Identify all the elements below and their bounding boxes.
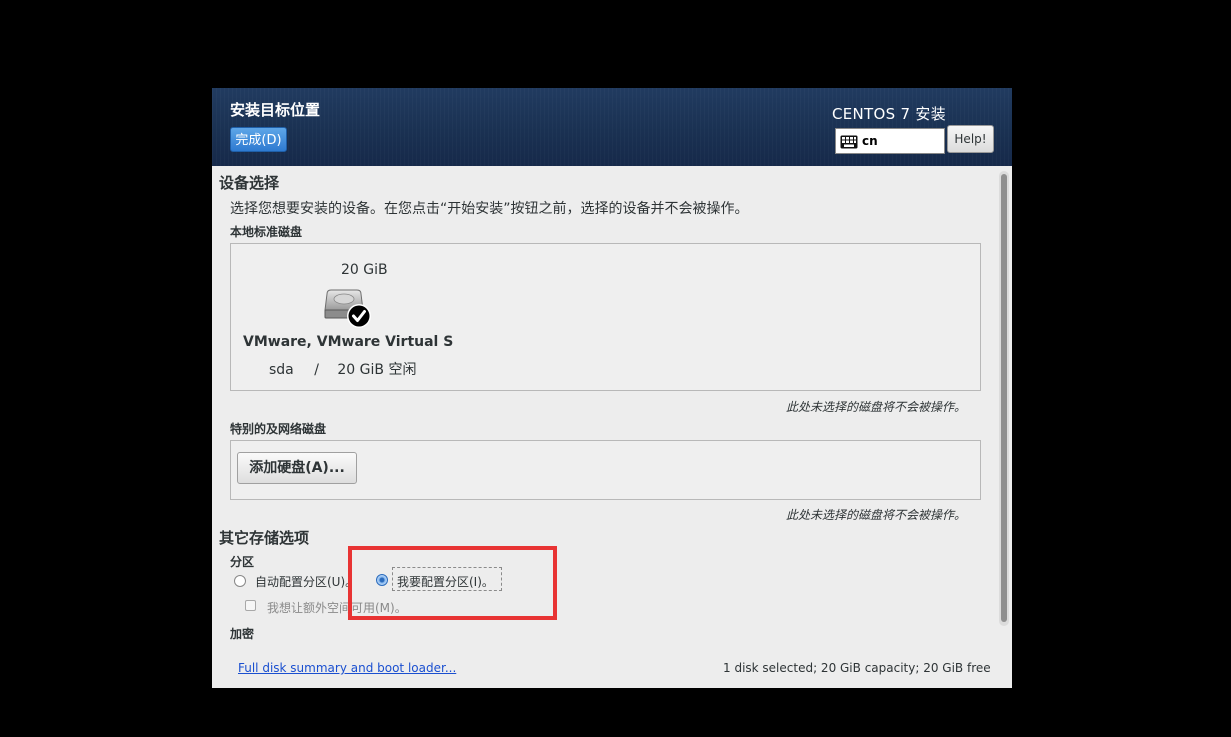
network-disks-panel: 添加硬盘(A)... <box>230 440 981 500</box>
keyboard-layout-indicator[interactable]: cn <box>835 128 945 154</box>
disk-item-sda[interactable]: 20 GiB VMware, VMware Virtual S sda / 20… <box>231 244 471 390</box>
auto-partition-radio[interactable] <box>234 575 246 587</box>
page-title: 安装目标位置 <box>230 101 321 119</box>
header-bar: 安装目标位置 完成(D) CENTOS 7 安装 cn Help! <box>212 88 1012 166</box>
device-selection-description: 选择您想要安装的设备。在您点击“开始安装”按钮之前，选择的设备并不会被操作。 <box>230 201 749 217</box>
add-disk-button[interactable]: 添加硬盘(A)... <box>237 452 357 484</box>
auto-partition-label[interactable]: 自动配置分区(U)。 <box>255 573 357 590</box>
device-selection-heading: 设备选择 <box>219 174 280 192</box>
local-disks-label: 本地标准磁盘 <box>230 225 303 239</box>
header-texture <box>212 88 1012 166</box>
network-disks-note: 此处未选择的磁盘将不会被操作。 <box>786 508 967 522</box>
keyboard-layout-label: cn <box>862 134 878 148</box>
hard-disk-icon <box>323 288 373 334</box>
local-disks-panel: 20 GiB VMware, VMware Virtual S sda / 20… <box>230 243 981 391</box>
keyboard-icon <box>840 134 858 153</box>
partition-label: 分区 <box>230 555 255 569</box>
done-button[interactable]: 完成(D) <box>230 127 287 152</box>
help-button[interactable]: Help! <box>947 125 994 153</box>
disk-device: sda <box>269 362 294 378</box>
encryption-label: 加密 <box>230 627 255 641</box>
disk-summary-status: 1 disk selected; 20 GiB capacity; 20 GiB… <box>723 661 991 675</box>
content-scrollbar[interactable] <box>999 171 1009 626</box>
other-storage-heading: 其它存储选项 <box>219 529 310 547</box>
disk-name: VMware, VMware Virtual S <box>243 334 454 350</box>
network-disks-label: 特别的及网络磁盘 <box>230 422 327 436</box>
local-disks-note: 此处未选择的磁盘将不会被操作。 <box>786 400 967 414</box>
disk-size: 20 GiB <box>341 262 388 278</box>
disk-details: sda / 20 GiB 空闲 <box>269 359 416 379</box>
main-content: 设备选择 选择您想要安装的设备。在您点击“开始安装”按钮之前，选择的设备并不会被… <box>212 166 1012 688</box>
scrollbar-thumb[interactable] <box>1001 174 1007 622</box>
product-title: CENTOS 7 安装 <box>831 105 946 123</box>
disk-free: 20 GiB 空闲 <box>337 362 417 378</box>
installer-window: 安装目标位置 完成(D) CENTOS 7 安装 cn Help! 设备选择 选… <box>212 88 1012 688</box>
disk-separator: / <box>314 362 319 378</box>
extra-space-checkbox[interactable] <box>245 600 256 611</box>
full-disk-summary-link[interactable]: Full disk summary and boot loader... <box>238 661 456 675</box>
highlight-annotation-box <box>348 546 557 620</box>
